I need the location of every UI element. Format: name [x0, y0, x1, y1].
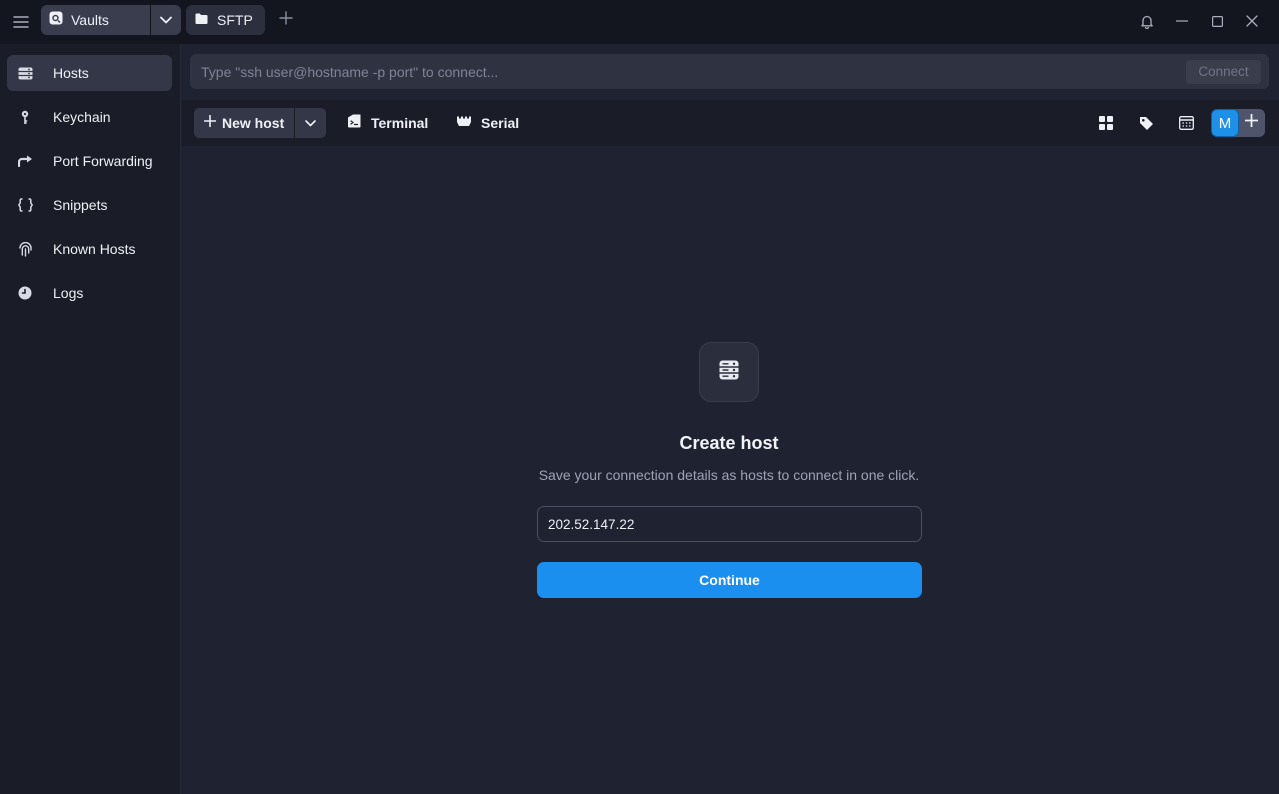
title-bar: Vaults SFTP	[0, 0, 1279, 44]
key-icon	[16, 108, 34, 126]
serial-label: Serial	[481, 115, 520, 131]
host-address-input[interactable]	[537, 506, 922, 542]
sidebar: Hosts Keychain Port Forwarding Snippets …	[0, 44, 181, 794]
quick-connect-input[interactable]	[190, 54, 1186, 89]
sidebar-item-label: Known Hosts	[53, 241, 136, 257]
create-host-illustration	[699, 342, 759, 402]
vaults-tab[interactable]: Vaults	[41, 5, 181, 35]
sidebar-item-label: Hosts	[53, 65, 89, 81]
sidebar-item-logs[interactable]: Logs	[7, 275, 172, 311]
fingerprint-icon	[16, 240, 34, 258]
hosts-icon	[16, 64, 34, 82]
menu-icon[interactable]	[10, 11, 32, 33]
sidebar-item-snippets[interactable]: Snippets	[7, 187, 172, 223]
plus-icon	[279, 10, 293, 30]
plus-icon	[203, 114, 217, 132]
clock-icon	[16, 284, 34, 302]
avatar[interactable]: M	[1211, 109, 1239, 137]
serial-button[interactable]: Serial	[456, 108, 519, 138]
vaults-tab-main[interactable]: Vaults	[41, 5, 150, 35]
vaults-dropdown-button[interactable]	[151, 5, 181, 35]
new-tab-button[interactable]	[276, 10, 296, 30]
sftp-tab-label: SFTP	[217, 12, 253, 28]
braces-icon	[16, 196, 34, 214]
create-host-subtitle: Save your connection details as hosts to…	[538, 467, 920, 483]
terminal-icon	[347, 114, 362, 133]
tag-icon[interactable]	[1135, 112, 1157, 134]
sidebar-item-label: Port Forwarding	[53, 153, 153, 169]
new-host-button[interactable]: New host	[194, 108, 294, 138]
new-host-label: New host	[222, 115, 285, 131]
create-host-title: Create host	[679, 433, 779, 453]
close-icon[interactable]	[1241, 10, 1263, 32]
grid-view-icon[interactable]	[1095, 112, 1117, 134]
plus-icon	[1244, 113, 1258, 132]
chevron-down-icon	[160, 11, 172, 29]
quick-connect-bar: Connect	[190, 54, 1269, 89]
sidebar-item-label: Logs	[53, 285, 84, 301]
server-icon	[719, 360, 739, 385]
serial-port-icon	[456, 114, 472, 132]
chevron-down-icon	[305, 114, 316, 132]
notifications-bell-icon[interactable]	[1136, 10, 1158, 32]
continue-button[interactable]: Continue	[537, 562, 922, 598]
sidebar-item-label: Keychain	[53, 109, 111, 125]
terminal-button[interactable]: Terminal	[347, 108, 428, 138]
port-forward-icon	[16, 152, 34, 170]
sftp-tab[interactable]: SFTP	[186, 5, 265, 35]
folder-icon	[195, 11, 208, 29]
new-host-dropdown-button[interactable]	[295, 108, 326, 138]
vaults-tab-label: Vaults	[71, 12, 109, 28]
maximize-icon[interactable]	[1206, 10, 1228, 32]
sidebar-item-keychain[interactable]: Keychain	[7, 99, 172, 135]
minimize-icon[interactable]	[1171, 10, 1193, 32]
hosts-toolbar: New host Terminal Serial M	[182, 100, 1279, 146]
connect-button[interactable]: Connect	[1186, 59, 1261, 84]
sidebar-item-hosts[interactable]: Hosts	[7, 55, 172, 91]
sidebar-item-port-forwarding[interactable]: Port Forwarding	[7, 143, 172, 179]
vault-icon	[49, 11, 63, 30]
calendar-icon[interactable]	[1175, 112, 1197, 134]
terminal-label: Terminal	[371, 115, 429, 131]
sidebar-item-known-hosts[interactable]: Known Hosts	[7, 231, 172, 267]
sidebar-item-label: Snippets	[53, 197, 108, 213]
